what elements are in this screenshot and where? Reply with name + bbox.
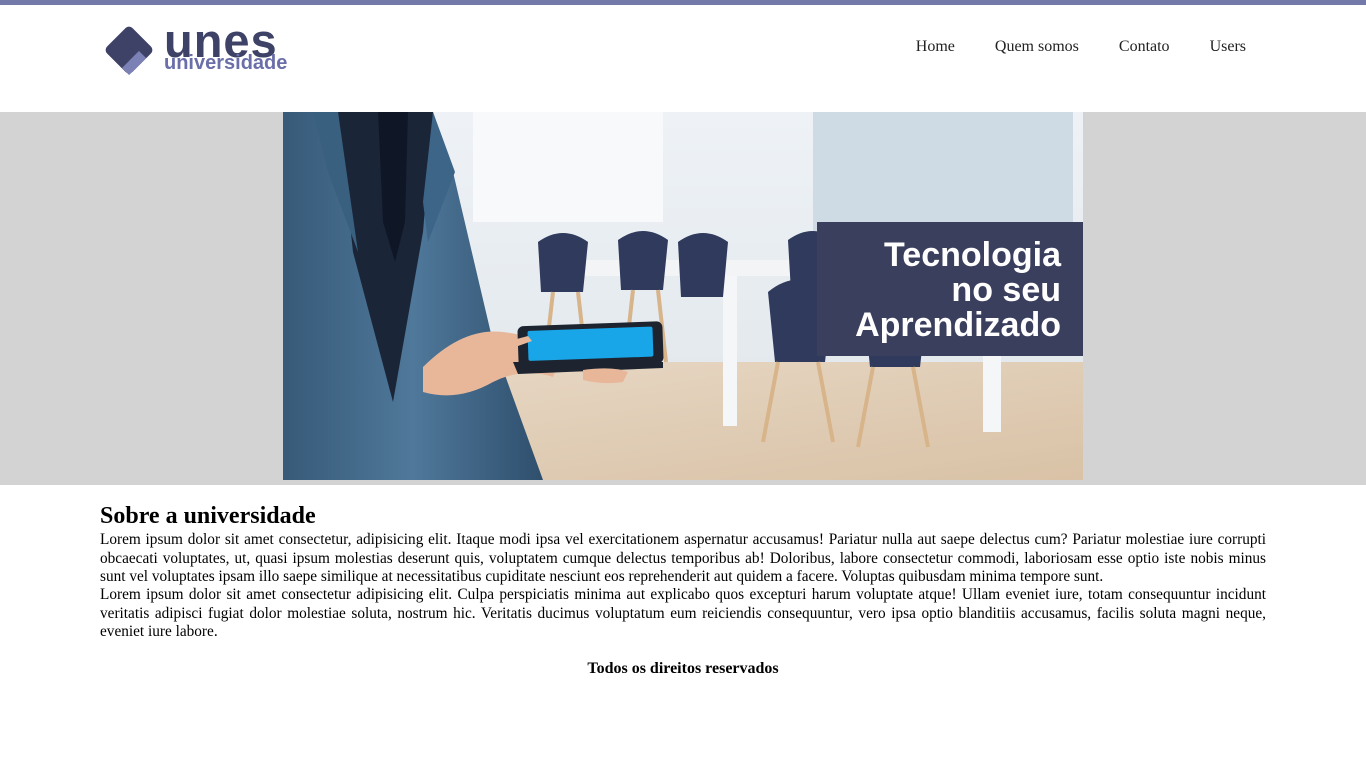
hero-banner-image: Tecnologia no seu Aprendizado	[283, 112, 1083, 480]
nav-link-users[interactable]: Users	[1210, 38, 1246, 56]
site-header: unes universidade Home Quem somos Contat…	[0, 5, 1366, 112]
logo-diamond-icon	[105, 26, 153, 75]
banner-text-line1: Tecnologia	[884, 236, 1062, 274]
hero-section: Tecnologia no seu Aprendizado	[0, 112, 1366, 485]
banner-text-line3: Aprendizado	[855, 306, 1061, 344]
nav-link-quem-somos[interactable]: Quem somos	[995, 38, 1079, 56]
logo-subtitle: universidade	[164, 52, 288, 74]
banner-text-line2: no seu	[951, 271, 1061, 309]
footer-text: Todos os direitos reservados	[587, 660, 779, 677]
about-paragraph-2: Lorem ipsum dolor sit amet consectetur a…	[100, 586, 1266, 640]
unes-logo[interactable]: unes universidade	[100, 17, 305, 79]
banner-illustration: Tecnologia no seu Aprendizado	[283, 112, 1083, 480]
nav-link-home[interactable]: Home	[916, 38, 955, 56]
site-footer: Todos os direitos reservados	[0, 660, 1366, 678]
about-paragraph-1: Lorem ipsum dolor sit amet consectetur, …	[100, 531, 1266, 585]
about-title: Sobre a universidade	[100, 503, 316, 529]
nav-link-contato[interactable]: Contato	[1119, 38, 1170, 56]
about-section: Sobre a universidade Lorem ipsum dolor s…	[100, 503, 1266, 641]
main-nav: Home Quem somos Contato Users	[916, 38, 1246, 56]
